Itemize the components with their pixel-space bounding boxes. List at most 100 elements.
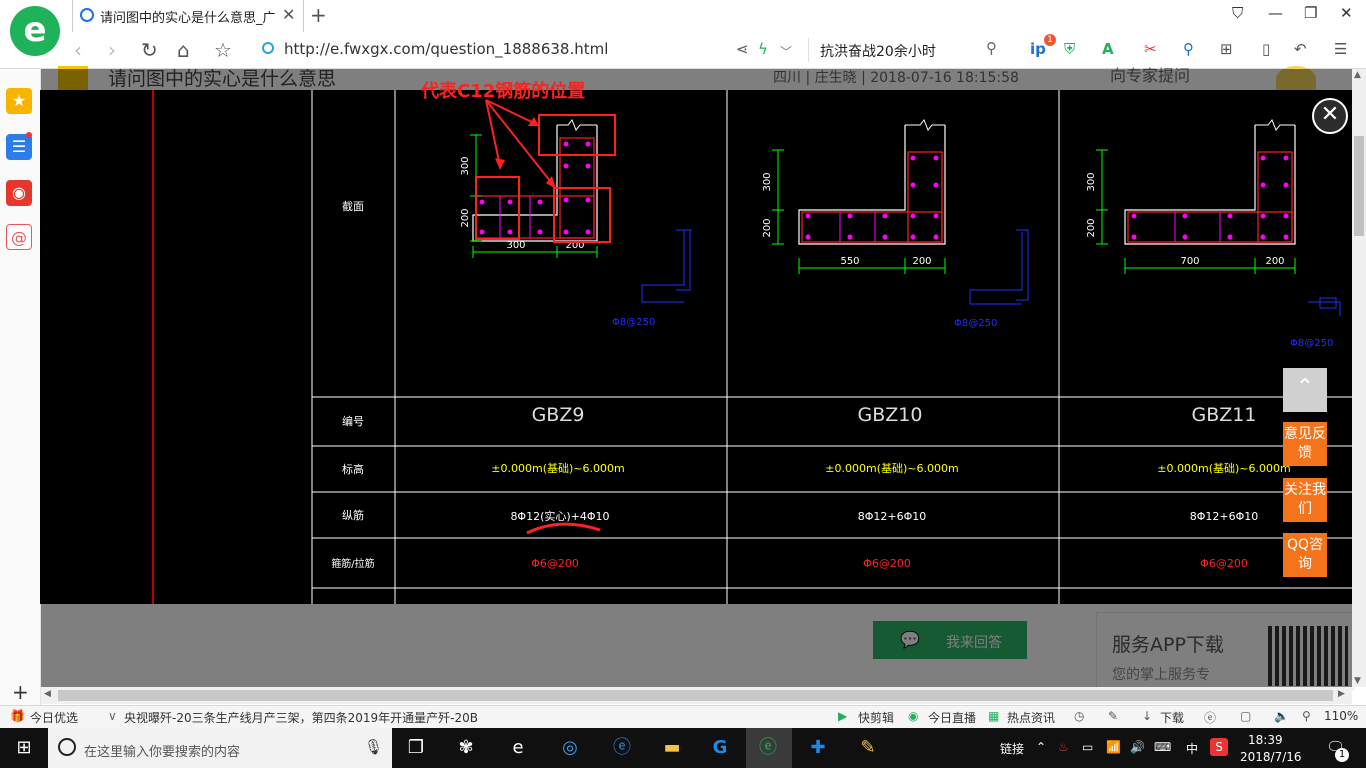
taskbar-search-input[interactable]: 在这里输入你要搜索的内容	[84, 741, 240, 760]
qq-consult-button[interactable]: QQ咨询	[1283, 533, 1327, 577]
stirrup-gbz11: Φ6@200	[1200, 557, 1248, 570]
dim-gbz11-height: 300	[1086, 172, 1097, 191]
scroll-right-icon[interactable]: ▶	[1338, 689, 1345, 699]
link-label[interactable]: 链接	[1000, 740, 1024, 757]
sogou-ime-icon[interactable]: S	[1210, 738, 1228, 756]
ie-mode-icon[interactable]: ⓔ	[1204, 709, 1216, 726]
zoom-level[interactable]: 110%	[1324, 709, 1358, 723]
feedback-button[interactable]: 意见反馈	[1283, 422, 1327, 466]
internet-explorer-icon[interactable]: ⓔ	[604, 732, 640, 764]
rebar-underline	[526, 522, 601, 535]
volume-icon[interactable]: 🔊	[1130, 740, 1145, 754]
rebar-gbz10: 8Φ12+6Φ10	[858, 510, 927, 523]
shirt-skin-icon[interactable]: ⛉	[1232, 4, 1243, 22]
magnifier-tool-icon[interactable]: ⚲	[1183, 40, 1194, 58]
notes-app-icon[interactable]: ✎	[850, 732, 886, 764]
tab-favicon-icon	[80, 8, 94, 22]
glodon-app-icon[interactable]: G	[702, 732, 738, 764]
section-gbz10: 550 200 300 200 Φ8@250	[762, 119, 1029, 329]
scroll-down-icon[interactable]: ▼	[1354, 676, 1361, 686]
new-tab-icon[interactable]: +	[310, 3, 327, 27]
menu-icon[interactable]: ☰	[1334, 40, 1347, 58]
scissors-icon[interactable]: ✂	[1144, 40, 1157, 58]
tab-close-icon[interactable]: ✕	[282, 5, 295, 24]
dim-gbz11-width: 700	[1180, 256, 1199, 267]
speed-mode-icon[interactable]: ϟ	[758, 40, 768, 58]
row-label-code: 编号	[342, 414, 364, 428]
vertical-scroll-thumb[interactable]	[1354, 136, 1364, 236]
back-icon[interactable]: ‹	[74, 38, 82, 62]
search-input[interactable]: 抗洪奋战20余小时	[820, 41, 936, 61]
news-ticker-link[interactable]: 央视曝歼-20三条生产线月产三架，第四条2019年开通量产歼-20B	[124, 709, 478, 726]
screenshot-icon[interactable]: ▢	[1240, 709, 1251, 723]
lightbox-close-icon[interactable]: ✕	[1312, 98, 1348, 134]
live-link[interactable]: 今日直播	[928, 709, 976, 726]
undo-icon[interactable]: ↶	[1294, 40, 1307, 58]
app-pinwheel-icon[interactable]: ✾	[448, 732, 484, 764]
follow-us-button[interactable]: 关注我们	[1283, 478, 1327, 522]
forward-icon[interactable]: ›	[108, 38, 116, 62]
home-icon[interactable]: ⌂	[177, 38, 190, 62]
apps-grid-icon[interactable]: ⊞	[1220, 40, 1233, 58]
task-view-icon[interactable]: ❐	[398, 732, 434, 764]
row-label-stirrup: 箍筋/拉筋	[331, 557, 374, 570]
keyboard-icon[interactable]: ⌨	[1154, 740, 1171, 754]
section-gbz11: 700 200 300 200 Φ8@250	[1086, 119, 1341, 349]
microphone-icon[interactable]: 🎙	[364, 738, 383, 756]
horizontal-scroll-thumb[interactable]	[58, 690, 1333, 701]
favorite-star-icon[interactable]: ☆	[214, 38, 232, 62]
minimize-icon[interactable]: —	[1268, 4, 1283, 22]
rebar-gbz9: 8Φ12(实心)+4Φ10	[510, 509, 609, 523]
dim-gbz11-flange: 200	[1265, 256, 1284, 267]
row-label-section: 截面	[342, 199, 364, 213]
share-icon[interactable]: ⋖	[736, 40, 749, 58]
sidebar-add-icon[interactable]: +	[12, 680, 29, 704]
network-icon[interactable]: 📶	[1106, 740, 1121, 754]
address-input[interactable]: http://e.fwxgx.com/question_1888638.html	[284, 40, 608, 58]
rebar-annotation: 代表C12钢筋的位置	[421, 81, 586, 102]
dim-gbz11-depth: 200	[1086, 218, 1097, 237]
tab-title: 请问图中的实心是什么意思_广联	[100, 11, 275, 25]
hot-news-link[interactable]: 热点资讯	[1007, 709, 1055, 726]
sound-icon[interactable]: 🔈	[1274, 709, 1289, 723]
refresh-icon[interactable]: ↻	[141, 38, 158, 62]
scroll-left-icon[interactable]: ◀	[44, 689, 51, 699]
app-cross-icon[interactable]: ✚	[800, 732, 836, 764]
browser-taskbar-icon[interactable]: ⓔ	[750, 732, 786, 764]
quick-cut-link[interactable]: 快剪辑	[858, 709, 894, 726]
dim-gbz10-flange: 200	[912, 256, 931, 267]
back-to-top-icon[interactable]: ⌃	[1283, 368, 1327, 412]
windows-start-icon[interactable]: ⊞	[6, 732, 42, 764]
clock-time[interactable]: 18:39	[1248, 733, 1283, 747]
chevron-down-icon[interactable]: ﹀	[780, 43, 792, 60]
edge-icon[interactable]: e	[500, 732, 536, 764]
device-icon[interactable]: ▯	[1262, 40, 1270, 58]
weibo-icon[interactable]: ◉	[6, 180, 32, 206]
ime-indicator[interactable]: 中	[1186, 740, 1198, 757]
speedometer-icon[interactable]: ◷	[1074, 709, 1084, 723]
zoom-icon[interactable]: ⚲	[1302, 709, 1311, 723]
scroll-up-icon[interactable]: ▲	[1354, 70, 1361, 80]
restore-icon[interactable]: ❐	[1304, 4, 1317, 22]
search-icon[interactable]: ⚲	[986, 39, 997, 57]
clock-date[interactable]: 2018/7/16	[1240, 750, 1302, 764]
battery-icon[interactable]: ▭	[1082, 740, 1093, 754]
tray-expand-icon[interactable]: ⌃	[1036, 740, 1046, 754]
ip-tool-icon[interactable]: ip	[1030, 40, 1046, 58]
mail-icon[interactable]: @	[6, 224, 32, 250]
cad-drawing[interactable]: 截面 编号 标高 纵筋 箍筋/拉筋 300 200 300 200 Φ8@250…	[40, 90, 1353, 604]
qq-browser-icon[interactable]: ◎	[552, 732, 588, 764]
today-picks-link[interactable]: 今日优选	[30, 709, 78, 726]
stirrup-gbz9: Φ6@200	[531, 557, 579, 570]
site-info-icon[interactable]	[262, 42, 274, 54]
pin-icon[interactable]: ✎	[1108, 709, 1118, 723]
window-close-icon[interactable]: ✕	[1340, 4, 1353, 22]
file-explorer-icon[interactable]: ▬	[654, 732, 690, 764]
chevron-down-icon[interactable]: ∨	[108, 709, 117, 723]
translate-icon[interactable]: A	[1102, 40, 1114, 58]
elevation-gbz10: ±0.000m(基础)~6.000m	[825, 462, 958, 475]
tray-app-icon[interactable]: ♨	[1058, 740, 1069, 754]
download-link[interactable]: 下载	[1160, 709, 1184, 726]
favorites-star-icon[interactable]: ★	[6, 88, 32, 114]
shield-icon[interactable]: ⛨	[1064, 40, 1075, 58]
